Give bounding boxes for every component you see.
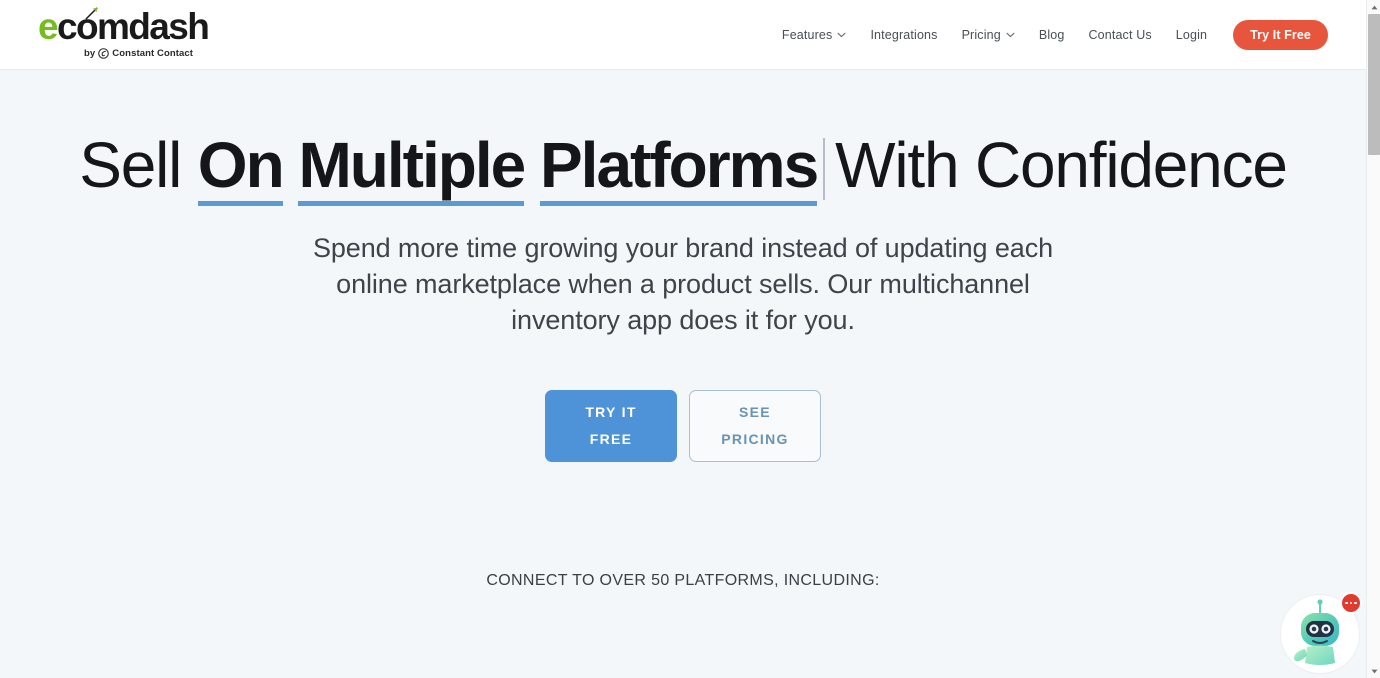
hero-try-it-free-button[interactable]: TRY IT FREE <box>545 390 677 462</box>
chat-notification-badge[interactable] <box>1340 592 1362 614</box>
scrollbar-up-arrow[interactable] <box>1367 0 1380 14</box>
logo-letters-rest: mdash <box>96 6 210 47</box>
header-try-it-free-button[interactable]: Try It Free <box>1233 20 1328 50</box>
main-navigation: Features Integrations Pricing Blog Conta… <box>770 0 1328 70</box>
nav-label-blog: Blog <box>1038 28 1065 42</box>
hero-section: Sell On Multiple Platforms With Confidenc… <box>0 70 1366 678</box>
nav-item-features[interactable]: Features <box>770 28 859 42</box>
badge-dot <box>1345 601 1348 605</box>
nav-label-login: Login <box>1175 28 1208 42</box>
badge-dot <box>1354 601 1357 605</box>
hero-subtitle: Spend more time growing your brand inste… <box>312 233 1054 335</box>
hero-title-accent-word-2: Multiple <box>298 131 526 207</box>
nav-item-integrations[interactable]: Integrations <box>858 28 949 42</box>
nav-item-contact-us[interactable]: Contact Us <box>1076 28 1163 42</box>
caret-down-icon <box>1371 669 1377 673</box>
hero-see-pricing-button[interactable]: SEE PRICING <box>689 390 821 462</box>
nav-item-login[interactable]: Login <box>1164 28 1219 42</box>
hero-title-accent-word-3: Platforms <box>539 131 819 207</box>
badge-dot <box>1349 601 1353 605</box>
nav-item-pricing[interactable]: Pricing <box>950 28 1027 42</box>
logo-letter-o: o <box>75 6 99 47</box>
brand-logo[interactable]: eco mdash by Constant Contact <box>38 6 238 64</box>
nav-item-blog[interactable]: Blog <box>1027 28 1077 42</box>
scrollbar-down-arrow[interactable] <box>1367 664 1380 678</box>
page-root: eco mdash by Constant Contact Features In… <box>0 0 1380 678</box>
page-title: Sell On Multiple Platforms With Confidenc… <box>0 129 1366 207</box>
connect-platforms-label: CONNECT TO OVER 50 PLATFORMS, INCLUDING: <box>486 572 880 589</box>
chevron-down-icon <box>1006 32 1015 38</box>
hero-title-tail: With Confidence <box>835 129 1288 201</box>
caret-up-icon <box>1371 5 1377 9</box>
logo-byline: by Constant Contact <box>84 48 193 59</box>
hero-title-lead: Sell <box>79 129 182 201</box>
constant-contact-swirl-icon <box>98 48 110 59</box>
hero-title-accent-word-1: On <box>197 131 285 207</box>
logo-wordmark: eco mdash <box>38 6 210 47</box>
site-header: eco mdash by Constant Contact Features In… <box>0 0 1366 70</box>
byline-brand: Constant Contact <box>112 48 194 59</box>
logo-letter-c: c <box>56 6 78 47</box>
byline-prefix: by <box>84 48 96 59</box>
nav-label-integrations: Integrations <box>870 28 938 42</box>
logo-letter-e: e <box>38 6 59 47</box>
nav-label-pricing: Pricing <box>961 28 1001 42</box>
logo-letter-o-group: o <box>75 6 99 47</box>
nav-label-contact-us: Contact Us <box>1088 28 1152 42</box>
scrollbar-thumb[interactable] <box>1368 14 1380 155</box>
typing-caret <box>823 138 826 200</box>
vertical-scrollbar[interactable] <box>1366 0 1380 678</box>
chat-widget-launcher[interactable] <box>1280 592 1362 674</box>
nav-label-features: Features <box>781 28 833 42</box>
hero-title-accent: On Multiple Platforms <box>197 131 819 207</box>
hero-action-buttons: TRY IT FREE SEE PRICING <box>0 390 1366 462</box>
chevron-down-icon <box>837 32 846 38</box>
